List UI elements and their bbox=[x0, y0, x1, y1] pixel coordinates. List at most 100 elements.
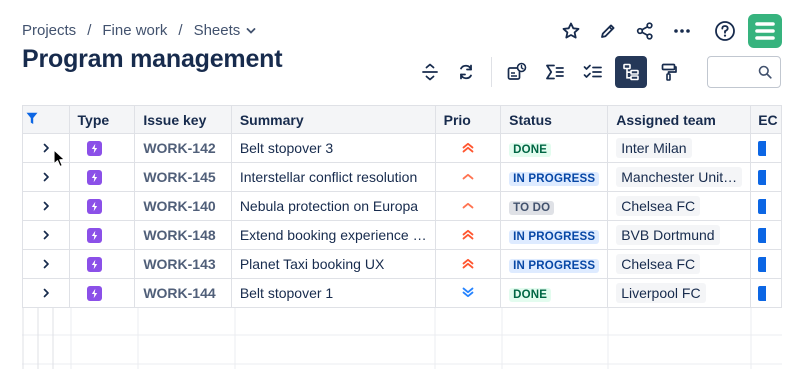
status-cell[interactable]: DONE bbox=[500, 133, 609, 163]
chevron-down-icon[interactable] bbox=[246, 26, 256, 36]
column-header-issue-key[interactable]: Issue key bbox=[134, 105, 232, 134]
priority-cell[interactable] bbox=[434, 249, 502, 279]
chevron-right-icon[interactable] bbox=[41, 201, 51, 211]
summary-cell[interactable]: Nebula protection on Europa bbox=[230, 191, 436, 221]
assigned-team-cell[interactable]: Chelsea FC bbox=[607, 249, 752, 279]
type-cell[interactable] bbox=[68, 191, 136, 221]
assigned-team-cell[interactable]: Inter Milan bbox=[607, 133, 752, 163]
status-cell[interactable]: IN PROGRESS bbox=[500, 162, 609, 192]
summary-text: Belt stopover 3 bbox=[239, 140, 334, 156]
priority-high-icon bbox=[444, 227, 493, 244]
assigned-team-cell[interactable]: Chelsea FC bbox=[607, 191, 752, 221]
row-expand-cell[interactable] bbox=[22, 220, 70, 250]
ec-cell[interactable] bbox=[750, 249, 782, 279]
table-row[interactable]: WORK-142 Belt stopover 3 DONE Inter Milan bbox=[22, 133, 782, 163]
hierarchy-view-icon[interactable] bbox=[501, 56, 533, 88]
checklist-icon[interactable] bbox=[577, 56, 609, 88]
team-chip: Chelsea FC bbox=[616, 254, 701, 274]
issue-key-link[interactable]: WORK-148 bbox=[143, 227, 215, 243]
ec-cell[interactable] bbox=[750, 133, 782, 163]
chevron-right-icon[interactable] bbox=[41, 288, 51, 298]
column-header-ec[interactable]: EC bbox=[750, 105, 782, 134]
search-field[interactable] bbox=[707, 56, 781, 88]
assigned-team-cell[interactable]: Liverpool FC bbox=[607, 278, 752, 308]
app-logo[interactable] bbox=[748, 14, 782, 48]
filter-icon[interactable] bbox=[26, 112, 38, 125]
type-cell[interactable] bbox=[68, 249, 136, 279]
issue-key-cell[interactable]: WORK-145 bbox=[134, 162, 232, 192]
priority-cell[interactable] bbox=[434, 133, 502, 163]
priority-cell[interactable] bbox=[434, 278, 502, 308]
priority-cell[interactable] bbox=[434, 191, 502, 221]
summary-cell[interactable]: Planet Taxi booking UX bbox=[230, 249, 436, 279]
status-cell[interactable]: TO DO bbox=[500, 191, 609, 221]
share-icon[interactable] bbox=[629, 14, 661, 48]
issue-key-cell[interactable]: WORK-148 bbox=[134, 220, 232, 250]
lightning-icon bbox=[86, 228, 102, 244]
status-cell[interactable]: IN PROGRESS bbox=[500, 249, 609, 279]
tree-view-icon[interactable] bbox=[615, 56, 647, 88]
issue-key-cell[interactable]: WORK-142 bbox=[134, 133, 232, 163]
ec-cell[interactable] bbox=[750, 162, 782, 192]
issue-key-link[interactable]: WORK-143 bbox=[143, 256, 215, 272]
type-cell[interactable] bbox=[68, 220, 136, 250]
sum-icon[interactable] bbox=[539, 56, 571, 88]
status-cell[interactable]: DONE bbox=[500, 278, 609, 308]
lightning-icon bbox=[86, 286, 102, 302]
summary-cell[interactable]: Interstellar conflict resolution bbox=[230, 162, 436, 192]
column-header-assigned-team[interactable]: Assigned team bbox=[607, 105, 752, 134]
refresh-icon[interactable] bbox=[450, 56, 482, 88]
breadcrumb-fine-work[interactable]: Fine work bbox=[102, 22, 167, 39]
type-cell[interactable] bbox=[68, 278, 136, 308]
status-cell[interactable]: IN PROGRESS bbox=[500, 220, 609, 250]
star-icon[interactable] bbox=[555, 14, 587, 48]
priority-cell[interactable] bbox=[434, 162, 502, 192]
search-icon[interactable] bbox=[758, 65, 772, 79]
help-icon[interactable] bbox=[709, 14, 741, 48]
table-row[interactable]: WORK-140 Nebula protection on Europa TO DO… bbox=[22, 191, 782, 221]
table-row[interactable]: WORK-143 Planet Taxi booking UX IN PROGRES… bbox=[22, 249, 782, 279]
breadcrumb-projects[interactable]: Projects bbox=[22, 22, 76, 39]
issue-key-link[interactable]: WORK-144 bbox=[143, 285, 215, 301]
summary-cell[interactable]: Extend booking experience … bbox=[230, 220, 436, 250]
breadcrumb-sheets[interactable]: Sheets bbox=[194, 22, 241, 39]
more-icon[interactable] bbox=[666, 14, 698, 48]
ec-cell[interactable] bbox=[750, 278, 782, 308]
priority-medium-icon bbox=[444, 169, 493, 186]
row-expand-cell[interactable] bbox=[22, 191, 70, 221]
assigned-team-cell[interactable]: Manchester Unit… bbox=[607, 162, 752, 192]
ec-cell[interactable] bbox=[750, 220, 782, 250]
ec-cell[interactable] bbox=[750, 191, 782, 221]
issue-key-cell[interactable]: WORK-140 bbox=[134, 191, 232, 221]
summary-cell[interactable]: Belt stopover 3 bbox=[230, 133, 436, 163]
priority-cell[interactable] bbox=[434, 220, 502, 250]
summary-cell[interactable]: Belt stopover 1 bbox=[230, 278, 436, 308]
collapse-rows-icon[interactable] bbox=[414, 56, 446, 88]
search-input[interactable] bbox=[714, 57, 762, 85]
row-expand-cell[interactable] bbox=[22, 249, 70, 279]
issue-key-link[interactable]: WORK-142 bbox=[143, 140, 215, 156]
paint-roller-icon[interactable] bbox=[653, 56, 685, 88]
column-header-type[interactable]: Type bbox=[68, 105, 136, 134]
chevron-right-icon[interactable] bbox=[41, 259, 51, 269]
chevron-right-icon[interactable] bbox=[41, 230, 51, 240]
issue-key-link[interactable]: WORK-140 bbox=[143, 198, 215, 214]
summary-text: Belt stopover 1 bbox=[239, 285, 334, 301]
type-cell[interactable] bbox=[68, 162, 136, 192]
column-header-prio[interactable]: Prio bbox=[434, 105, 502, 134]
ec-bar bbox=[758, 141, 767, 157]
column-header-summary[interactable]: Summary bbox=[230, 105, 436, 134]
issue-key-cell[interactable]: WORK-143 bbox=[134, 249, 232, 279]
column-header-status[interactable]: Status bbox=[500, 105, 609, 134]
issue-key-link[interactable]: WORK-145 bbox=[143, 169, 215, 185]
row-expand-cell[interactable] bbox=[22, 278, 70, 308]
pencil-icon[interactable] bbox=[592, 14, 624, 48]
issue-key-cell[interactable]: WORK-144 bbox=[134, 278, 232, 308]
table-row[interactable]: WORK-145 Interstellar conflict resolution… bbox=[22, 162, 782, 192]
table-row[interactable]: WORK-148 Extend booking experience … IN PR… bbox=[22, 220, 782, 250]
chevron-right-icon[interactable] bbox=[41, 172, 51, 182]
table-row[interactable]: WORK-144 Belt stopover 1 DONE Liverpool FC bbox=[22, 278, 782, 308]
chevron-right-icon[interactable] bbox=[41, 143, 51, 153]
assigned-team-cell[interactable]: BVB Dortmund bbox=[607, 220, 752, 250]
type-cell[interactable] bbox=[68, 133, 136, 163]
